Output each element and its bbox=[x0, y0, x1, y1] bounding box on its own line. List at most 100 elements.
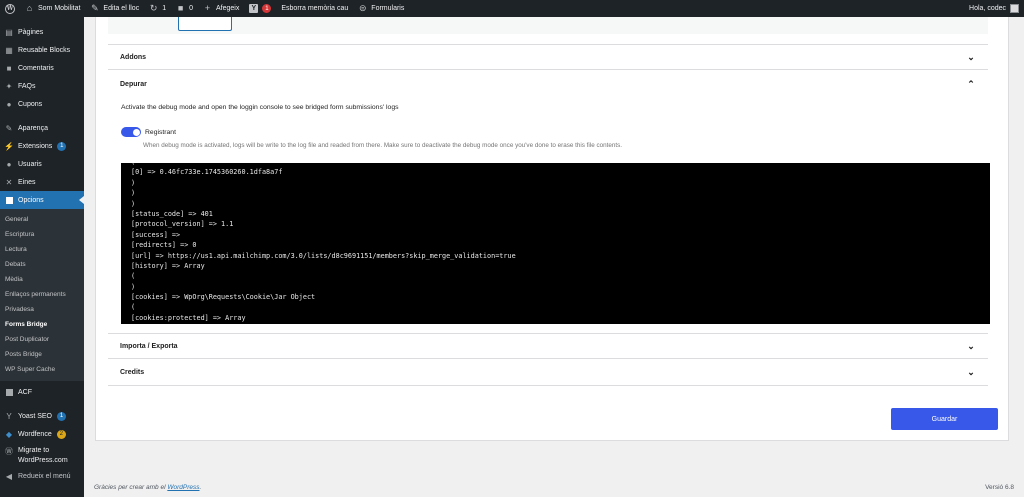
brush-icon: ✎ bbox=[5, 123, 13, 133]
comments-count: 0 bbox=[189, 5, 194, 12]
accordion-addons[interactable]: Addons ⌄ bbox=[108, 44, 988, 70]
flush-cache-link[interactable]: Esborra memòria cau bbox=[276, 0, 353, 17]
collapse-icon: ◀ bbox=[5, 471, 13, 481]
submenu-item-discussion[interactable]: Debats bbox=[0, 257, 84, 272]
yoast-badge: 1 bbox=[57, 411, 66, 421]
sidebar-item-plugins[interactable]: ⚡ Extensions 1 bbox=[0, 137, 84, 155]
log-line: ) bbox=[131, 189, 136, 198]
sidebar-item-label: Extensions bbox=[18, 142, 53, 150]
log-line: [url] => https://us1.api.mailchimp.com/3… bbox=[131, 251, 516, 260]
site-name-link[interactable]: ⌂ Som Mobilitat bbox=[20, 0, 85, 17]
wordpress-menu[interactable]: W bbox=[0, 0, 20, 17]
comments-icon: ■ bbox=[6, 63, 12, 73]
previous-section-button[interactable] bbox=[178, 17, 232, 31]
submenu-item-general[interactable]: General bbox=[0, 212, 84, 227]
sidebar-item-faqs[interactable]: ✦ FAQs bbox=[0, 77, 84, 95]
edit-site-label: Edita el lloc bbox=[103, 5, 140, 12]
sidebar-item-reusable-blocks[interactable]: ▦ Reusable Blocks bbox=[0, 41, 84, 59]
wordfence-badge: 2 bbox=[56, 429, 66, 439]
sidebar-item-label: Aparença bbox=[18, 124, 48, 132]
accordion-import-export[interactable]: Importa / Exporta ⌄ bbox=[108, 333, 988, 359]
debug-toggle-row: Registrant bbox=[121, 127, 176, 137]
accordion-debug[interactable]: Depurar ⌃ bbox=[108, 71, 988, 97]
sidebar-item-comments[interactable]: ■ Comentaris bbox=[0, 59, 84, 77]
debug-toggle-help: When debug mode is activated, logs will … bbox=[143, 142, 622, 149]
avatar bbox=[1010, 4, 1019, 13]
footer-thanks: Gràcies per crear amb el WordPress. bbox=[94, 484, 201, 491]
settings-panel: Addons ⌄ Depurar ⌃ Activate the debug mo… bbox=[95, 17, 1009, 441]
account-menu[interactable]: Hola, codec bbox=[964, 0, 1024, 17]
sidebar-item-label: Migrate to WordPress.com bbox=[18, 447, 68, 464]
wrench-icon: ✕ bbox=[5, 177, 13, 187]
yoast-notification-badge: 1 bbox=[262, 4, 272, 13]
new-content-label: Afegeix bbox=[216, 5, 240, 12]
updates-link[interactable]: ↻ 1 bbox=[144, 0, 171, 17]
footer-thanks-prefix: Gràcies per crear amb el bbox=[94, 484, 168, 491]
sidebar-item-users[interactable]: ● Usuaris bbox=[0, 155, 84, 173]
sidebar-item-tools[interactable]: ✕ Eines bbox=[0, 173, 84, 191]
wordfence-icon: ◆ bbox=[5, 429, 13, 439]
submenu-item-permalinks[interactable]: Enllaços permanents bbox=[0, 287, 84, 302]
sidebar-item-yoast[interactable]: Y Yoast SEO 1 bbox=[0, 407, 84, 425]
sidebar-item-label: FAQs bbox=[18, 82, 36, 90]
previous-section-stub bbox=[108, 17, 988, 34]
greeting-text: Hola, codec bbox=[969, 5, 1006, 12]
sidebar-item-label: Eines bbox=[18, 178, 36, 186]
log-line: ( bbox=[131, 303, 136, 312]
user-icon: ● bbox=[6, 159, 12, 169]
toggle-knob bbox=[132, 128, 140, 136]
log-console[interactable]: ( [0] => 0.46fc733e.1745360260.1dfa8a7f))… bbox=[121, 163, 990, 324]
collapse-menu-button[interactable]: ◀ Redueix el menú bbox=[0, 467, 84, 485]
wordpress-link[interactable]: WordPress bbox=[167, 484, 199, 491]
blocks-icon: ▦ bbox=[5, 45, 13, 55]
submenu-item-post-duplicator[interactable]: Post Duplicator bbox=[0, 332, 84, 347]
accordion-credits[interactable]: Credits ⌄ bbox=[108, 360, 988, 386]
site-name: Som Mobilitat bbox=[38, 5, 81, 12]
submenu-item-posts-bridge[interactable]: Posts Bridge bbox=[0, 347, 84, 362]
chevron-down-icon: ⌄ bbox=[967, 367, 975, 377]
footer-thanks-suffix: . bbox=[199, 484, 202, 491]
log-line: [protocol_version] => 1.1 bbox=[131, 220, 234, 229]
submenu-item-writing[interactable]: Escriptura bbox=[0, 227, 84, 242]
sidebar-item-acf[interactable]: ACF bbox=[0, 383, 84, 401]
plugin-icon: ⚡ bbox=[4, 141, 14, 151]
edit-site-link[interactable]: ✎ Edita el lloc bbox=[85, 0, 144, 17]
forms-icon: ⊜ bbox=[359, 3, 367, 13]
user-icon: ● bbox=[6, 99, 12, 109]
pages-icon: ▤ bbox=[5, 27, 13, 37]
sidebar-item-cupons[interactable]: ● Cupons bbox=[0, 95, 84, 113]
wordpress-icon: Ⓦ bbox=[5, 446, 13, 456]
footer-version: Versió 6.8 bbox=[985, 484, 1014, 491]
new-content-link[interactable]: + Afegeix bbox=[198, 0, 244, 17]
admin-sidebar: ▤ Pàgines ▦ Reusable Blocks ■ Comentaris… bbox=[0, 17, 84, 497]
sidebar-item-pages[interactable]: ▤ Pàgines bbox=[0, 23, 84, 41]
submenu-item-wp-super-cache[interactable]: WP Super Cache bbox=[0, 362, 84, 377]
comments-link[interactable]: ■ 0 bbox=[171, 0, 198, 17]
submenu-item-reading[interactable]: Lectura bbox=[0, 242, 84, 257]
submenu-item-privacy[interactable]: Privadesa bbox=[0, 302, 84, 317]
submenu-item-media[interactable]: Mèdia bbox=[0, 272, 84, 287]
chevron-down-icon: ⌄ bbox=[967, 51, 975, 62]
brush-icon: ✎ bbox=[91, 3, 99, 13]
debug-toggle[interactable] bbox=[121, 127, 141, 137]
log-line: [status_code] => 401 bbox=[131, 209, 213, 218]
sidebar-item-label: Pàgines bbox=[18, 28, 44, 36]
sidebar-item-label: Usuaris bbox=[18, 160, 42, 168]
submenu-item-forms-bridge[interactable]: Forms Bridge bbox=[0, 317, 84, 332]
sidebar-item-settings[interactable]: Opcions bbox=[0, 191, 84, 209]
save-button[interactable]: Guardar bbox=[891, 408, 998, 430]
log-line: ) bbox=[131, 199, 136, 208]
sidebar-item-wordfence[interactable]: ◆ Wordfence 2 bbox=[0, 425, 84, 443]
log-line: [cookies] => WpOrg\Requests\Cookie\Jar O… bbox=[131, 293, 316, 302]
plus-icon: + bbox=[204, 3, 211, 13]
pin-icon: ✦ bbox=[5, 81, 13, 91]
updates-count: 1 bbox=[162, 5, 167, 12]
yoast-adminbar-link[interactable]: Y 1 bbox=[244, 0, 276, 17]
sidebar-item-migrate[interactable]: Ⓦ Migrate to WordPress.com bbox=[0, 443, 84, 467]
log-line: [0] => 0.46fc733e.1745360260.1dfa8a7f bbox=[131, 168, 283, 177]
log-line: [redirects] => 0 bbox=[131, 241, 197, 250]
forms-label: Formularis bbox=[371, 5, 405, 12]
sidebar-item-appearance[interactable]: ✎ Aparença bbox=[0, 119, 84, 137]
forms-link[interactable]: ⊜ Formularis bbox=[353, 0, 409, 17]
yoast-icon: Y bbox=[249, 4, 259, 13]
